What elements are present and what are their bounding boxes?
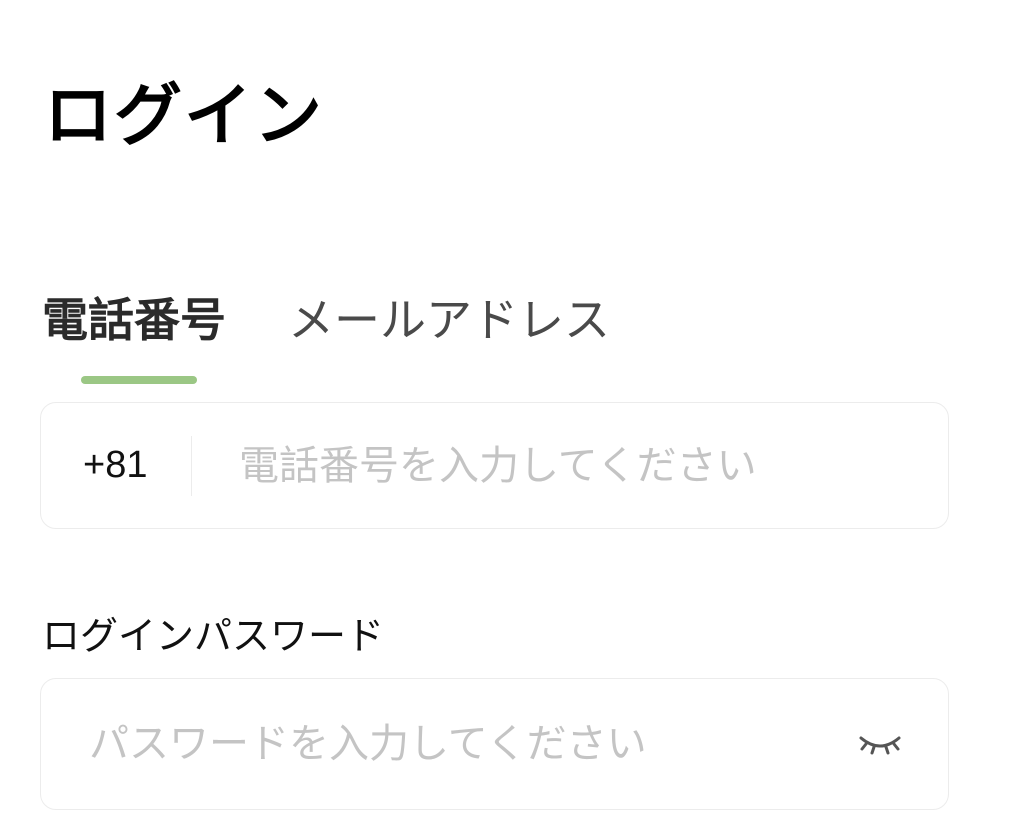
password-label: ログインパスワード <box>42 614 385 658</box>
login-page: ログイン 電話番号 メールアドレス +81 ログインパスワード <box>0 0 1024 821</box>
active-tab-indicator <box>81 376 197 384</box>
field-divider <box>191 436 192 496</box>
phone-field: +81 <box>40 402 949 529</box>
phone-number-input[interactable] <box>239 403 929 528</box>
country-code-selector[interactable]: +81 <box>83 403 147 528</box>
tab-email-address[interactable]: メールアドレス <box>288 290 610 350</box>
page-title: ログイン <box>44 77 325 156</box>
eye-closed-icon-graphic <box>859 736 901 755</box>
tab-phone-number[interactable]: 電話番号 <box>42 290 226 350</box>
eye-closed-icon[interactable] <box>857 726 903 762</box>
password-field <box>40 678 949 810</box>
password-input[interactable] <box>89 679 829 809</box>
login-method-tabs: 電話番号 メールアドレス <box>42 290 742 390</box>
